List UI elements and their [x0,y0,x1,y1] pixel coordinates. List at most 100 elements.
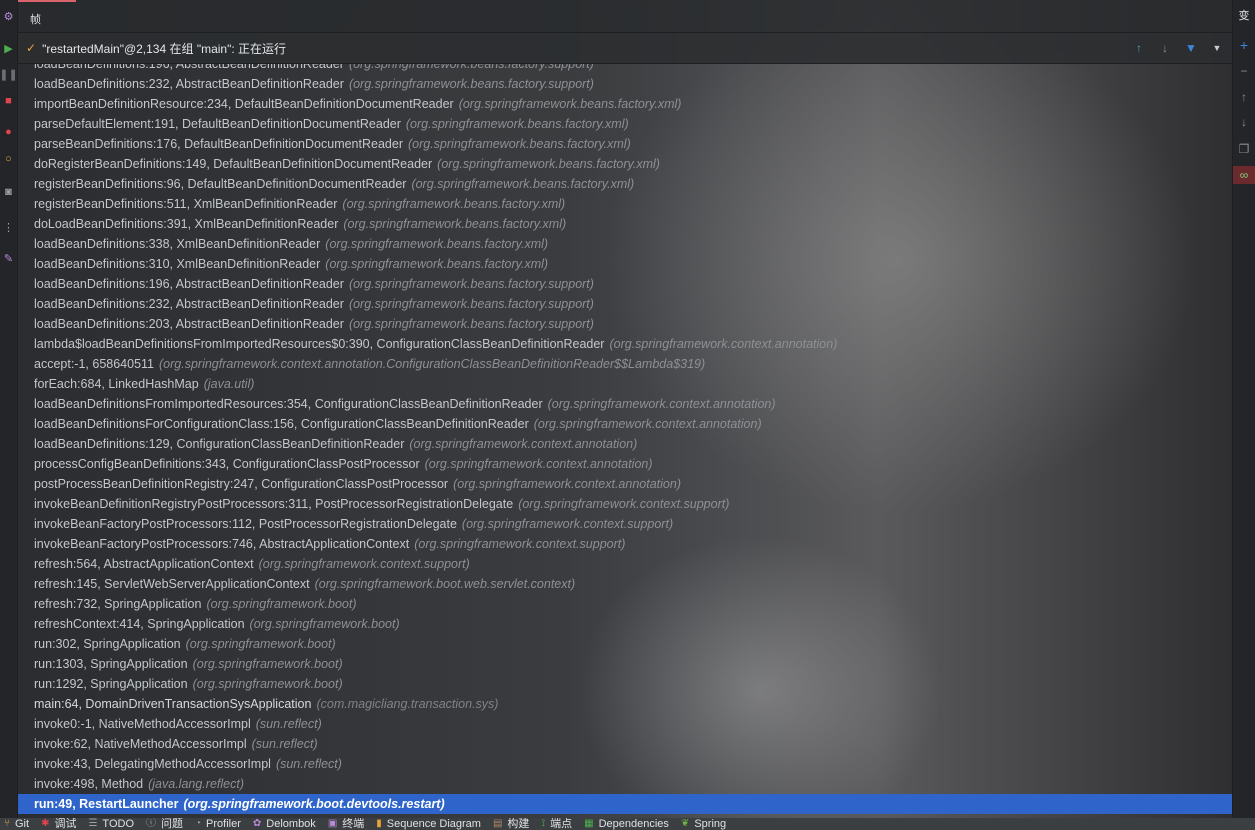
tool-problems-label: 问题 [161,818,183,830]
arrow-up-icon[interactable]: ↑ [1132,41,1146,55]
frame-package: (org.springframework.context.annotation) [547,397,776,411]
frame-method: run:302, SpringApplication [34,637,181,651]
frame-method: forEach:684, LinkedHashMap [34,377,199,391]
arrow-down-icon[interactable]: ↓ [1233,113,1255,131]
add-icon[interactable]: + [1233,36,1255,54]
camera-icon[interactable]: ◙ [0,184,17,200]
stack-frame-row[interactable]: refreshContext:414, SpringApplication (or… [18,614,1232,634]
frame-package: (org.springframework.beans.factory.xml) [342,197,566,211]
tool-sequence-diagram[interactable]: ▮ Sequence Diagram [376,818,481,830]
stack-frame-row[interactable]: doLoadBeanDefinitions:391, XmlBeanDefini… [18,214,1232,234]
stack-frame-row[interactable]: registerBeanDefinitions:511, XmlBeanDefi… [18,194,1232,214]
frame-package: (org.springframework.beans.factory.xml) [437,157,660,171]
stack-frame-row[interactable]: run:49, RestartLauncher (org.springframew… [18,794,1232,814]
stack-frame-row[interactable]: invoke0:-1, NativeMethodAccessorImpl (sun… [18,714,1232,734]
stack-frame-row[interactable]: loadBeanDefinitions:338, XmlBeanDefiniti… [18,234,1232,254]
frame-package: (org.springframework.context.annotation) [609,337,838,351]
stack-frame-row[interactable]: doRegisterBeanDefinitions:149, DefaultBe… [18,154,1232,174]
resume-icon[interactable]: ▶ [0,40,17,56]
tool-git[interactable]: ⑂ Git [4,818,29,830]
stack-frame-row[interactable]: run:302, SpringApplication (org.springfra… [18,634,1232,654]
tool-delombok-label: Delombok [266,818,316,830]
mute-breakpoints-icon[interactable]: ○ [0,151,17,167]
stack-frame-row[interactable]: refresh:732, SpringApplication (org.sprin… [18,594,1232,614]
stack-frame-row[interactable]: lambda$loadBeanDefinitionsFromImportedRe… [18,334,1232,354]
filter-icon[interactable]: ▼ [1184,41,1198,55]
stack-frame-row[interactable]: forEach:684, LinkedHashMap (java.util) [18,374,1232,394]
frame-package: (org.springframework.boot.web.servlet.co… [314,577,576,591]
tool-endpoints-label: 端点 [550,818,573,830]
stack-frame-row[interactable]: loadBeanDefinitions:196, AbstractBeanDef… [18,64,1232,74]
frame-method: invokeBeanFactoryPostProcessors:746, Abs… [34,537,410,551]
panel-tab-strip: 帧 [18,0,1232,33]
frame-method: invoke:43, DelegatingMethodAccessorImpl [34,757,271,771]
stack-frame-row[interactable]: refresh:564, AbstractApplicationContext (… [18,554,1232,574]
stack-frame-row[interactable]: refresh:145, ServletWebServerApplication… [18,574,1232,594]
stack-frame-row[interactable]: importBeanDefinitionResource:234, Defaul… [18,94,1232,114]
stack-frame-row[interactable]: loadBeanDefinitions:196, AbstractBeanDef… [18,274,1232,294]
tool-profiler[interactable]: ◔ Profiler [195,818,241,830]
stack-frame-row[interactable]: invokeBeanFactoryPostProcessors:112, Pos… [18,514,1232,534]
stack-frame-row[interactable]: invokeBeanDefinitionRegistryPostProcesso… [18,494,1232,514]
tab-frames[interactable]: 帧 [18,0,76,32]
stack-frame-row[interactable]: accept:-1, 658640511 (org.springframework… [18,354,1232,374]
bug-icon: ✱ [41,818,50,829]
stack-frame-row[interactable]: loadBeanDefinitions:232, AbstractBeanDef… [18,74,1232,94]
stack-frame-row[interactable]: parseDefaultElement:191, DefaultBeanDefi… [18,114,1232,134]
stack-frame-row[interactable]: loadBeanDefinitionsFromImportedResources… [18,394,1232,414]
stack-frame-row[interactable]: postProcessBeanDefinitionRegistry:247, C… [18,474,1232,494]
tool-todo-label: TODO [102,818,134,830]
variables-tab[interactable]: 变 [1233,6,1255,24]
glasses-icon[interactable]: ∞ [1233,166,1255,184]
stack-frame-row[interactable]: loadBeanDefinitions:129, ConfigurationCl… [18,434,1232,454]
right-tool-strip: 变 + − ↑ ↓ ❐ ∞ [1232,0,1255,818]
more-icon[interactable]: ⋮ [0,219,17,235]
tool-build[interactable]: ▤ 构建 [493,818,529,830]
frame-package: (org.springframework.context.annotation) [533,417,762,431]
stack-frame-row[interactable]: invoke:43, DelegatingMethodAccessorImpl (… [18,754,1232,774]
stack-frame-row[interactable]: main:64, DomainDrivenTransactionSysAppli… [18,694,1232,714]
stack-frame-row[interactable]: run:1292, SpringApplication (org.springfr… [18,674,1232,694]
tool-todo[interactable]: ☰ TODO [88,818,134,830]
tool-dependencies[interactable]: ▦ Dependencies [584,818,669,830]
stack-frame-row[interactable]: loadBeanDefinitions:203, AbstractBeanDef… [18,314,1232,334]
tool-debug[interactable]: ✱ 调试 [41,818,76,830]
pin-icon[interactable]: ✎ [0,250,17,266]
view-breakpoints-icon[interactable]: ● [0,124,17,140]
stack-frame-row[interactable]: registerBeanDefinitions:96, DefaultBeanD… [18,174,1232,194]
check-icon: ✓ [26,41,37,55]
stack-frame-row[interactable]: loadBeanDefinitions:232, AbstractBeanDef… [18,294,1232,314]
stack-frame-row[interactable]: parseBeanDefinitions:176, DefaultBeanDef… [18,134,1232,154]
chevron-down-icon[interactable]: ▼ [1210,43,1224,53]
stack-frame-row[interactable]: loadBeanDefinitions:310, XmlBeanDefiniti… [18,254,1232,274]
settings-gear-icon[interactable]: ⚙ [0,8,17,24]
stack-frame-row[interactable]: invoke:498, Method (java.lang.reflect) [18,774,1232,794]
git-icon: ⑂ [4,818,10,829]
stack-frame-row[interactable]: invoke:62, NativeMethodAccessorImpl (sun.… [18,734,1232,754]
frame-package: (org.springframework.context.annotation) [424,457,653,471]
tool-spring[interactable]: ❦ Spring [681,818,726,830]
tool-endpoints[interactable]: ⟟ 端点 [541,818,572,830]
tool-terminal-label: 终端 [342,818,365,830]
frames-list[interactable]: loadBeanDefinitions:196, AbstractBeanDef… [18,64,1232,818]
frame-method: loadBeanDefinitionsForConfigurationClass… [34,417,529,431]
thread-selector[interactable]: ✓ "restartedMain"@2,134 在组 "main": 正在运行 … [18,33,1232,64]
stack-frame-row[interactable]: invokeBeanFactoryPostProcessors:746, Abs… [18,534,1232,554]
arrow-up-icon[interactable]: ↑ [1233,88,1255,106]
stack-frame-row[interactable]: loadBeanDefinitionsForConfigurationClass… [18,414,1232,434]
frame-package: (org.springframework.boot) [192,657,343,671]
copy-icon[interactable]: ❐ [1233,140,1255,158]
tool-delombok[interactable]: ✿ Delombok [253,818,316,830]
frame-method: parseBeanDefinitions:176, DefaultBeanDef… [34,137,403,151]
arrow-down-icon[interactable]: ↓ [1158,41,1172,55]
stack-frame-row[interactable]: run:1303, SpringApplication (org.springfr… [18,654,1232,674]
frame-package: (org.springframework.beans.factory.xml) [325,237,549,251]
tool-terminal[interactable]: ▣ 终端 [328,818,364,830]
stop-icon[interactable]: ■ [0,93,17,109]
pepper-icon: ✿ [252,818,262,829]
tool-problems[interactable]: ⓘ 问题 [146,818,183,830]
minus-icon[interactable]: − [1233,62,1255,80]
frame-package: (sun.reflect) [275,757,342,771]
stack-frame-row[interactable]: processConfigBeanDefinitions:343, Config… [18,454,1232,474]
pause-icon[interactable]: ❚❚ [0,66,18,82]
